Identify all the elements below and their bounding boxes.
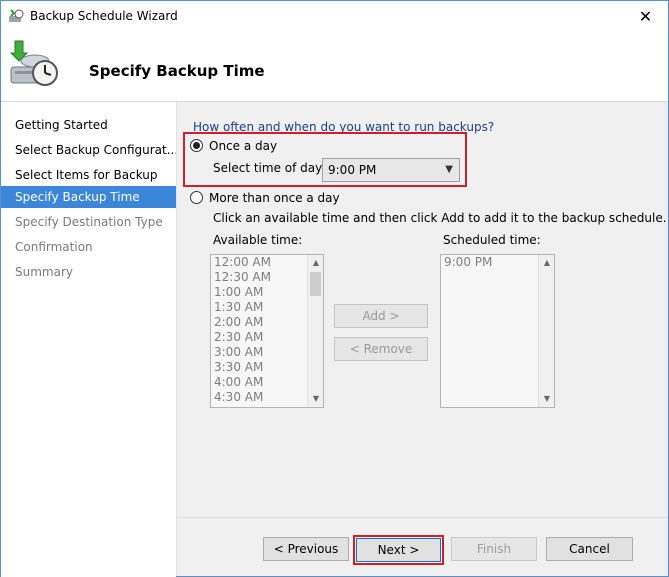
- available-time-label: Available time:: [213, 233, 303, 247]
- scheduled-time-list[interactable]: 9:00 PM ▲ ▼: [440, 254, 555, 408]
- schedule-instructions: Click an available time and then click A…: [213, 211, 667, 225]
- wizard-window: Backup Schedule Wizard ✕ Specify Backup …: [0, 0, 669, 577]
- time-of-day-value: 9:00 PM: [328, 163, 377, 177]
- available-list-scrollbar[interactable]: ▲ ▼: [307, 255, 323, 407]
- title-bar: Backup Schedule Wizard ✕: [1, 1, 668, 31]
- scheduled-time-label: Scheduled time:: [443, 233, 541, 247]
- time-of-day-select[interactable]: 9:00 PM ▼: [322, 158, 460, 182]
- page-title: Specify Backup Time: [89, 62, 265, 80]
- once-a-day-radio[interactable]: [190, 139, 203, 152]
- finish-button: Finish: [451, 537, 537, 561]
- cancel-button[interactable]: Cancel: [546, 537, 633, 561]
- remove-button[interactable]: < Remove: [334, 337, 428, 361]
- scroll-up-arrow-icon[interactable]: ▲: [539, 255, 554, 271]
- backup-app-icon: [9, 9, 24, 22]
- nav-step-confirmation: Confirmation: [15, 240, 93, 254]
- backup-clock-icon: [9, 40, 58, 86]
- content-panel: How often and when do you want to run ba…: [176, 102, 668, 517]
- nav-step-select-backup-configuration[interactable]: Select Backup Configurat...: [1, 139, 176, 161]
- chevron-down-icon: ▼: [445, 164, 453, 175]
- close-button[interactable]: ✕: [623, 1, 668, 31]
- wizard-steps-nav: Getting Started Select Backup Configurat…: [1, 102, 176, 577]
- nav-step-specify-backup-time[interactable]: Specify Backup Time: [1, 186, 176, 208]
- scroll-thumb[interactable]: [310, 272, 321, 296]
- nav-step-summary: Summary: [15, 265, 73, 279]
- scroll-down-arrow-icon[interactable]: ▼: [308, 391, 323, 407]
- scheduled-list-scrollbar[interactable]: ▲ ▼: [538, 255, 554, 407]
- select-time-label: Select time of day:: [213, 161, 326, 175]
- close-icon: ✕: [638, 6, 653, 26]
- more-than-once-radio[interactable]: [190, 191, 203, 204]
- scroll-up-arrow-icon[interactable]: ▲: [308, 255, 323, 271]
- available-time-list[interactable]: 12:00 AM 12:30 AM 1:00 AM 1:30 AM 2:00 A…: [210, 254, 324, 408]
- nav-step-select-items[interactable]: Select Items for Backup: [1, 164, 176, 186]
- previous-button[interactable]: < Previous: [263, 537, 349, 561]
- nav-step-getting-started[interactable]: Getting Started: [1, 114, 176, 136]
- window-title: Backup Schedule Wizard: [30, 9, 178, 23]
- wizard-header: Specify Backup Time: [1, 31, 668, 101]
- nav-step-specify-destination-type: Specify Destination Type: [15, 215, 163, 229]
- wizard-footer: < Previous Next > Finish Cancel: [176, 517, 668, 576]
- add-button[interactable]: Add >: [334, 304, 428, 328]
- scroll-down-arrow-icon[interactable]: ▼: [539, 391, 554, 407]
- more-than-once-label[interactable]: More than once a day: [209, 191, 340, 205]
- next-button[interactable]: Next >: [356, 538, 441, 562]
- once-a-day-label[interactable]: Once a day: [209, 139, 277, 153]
